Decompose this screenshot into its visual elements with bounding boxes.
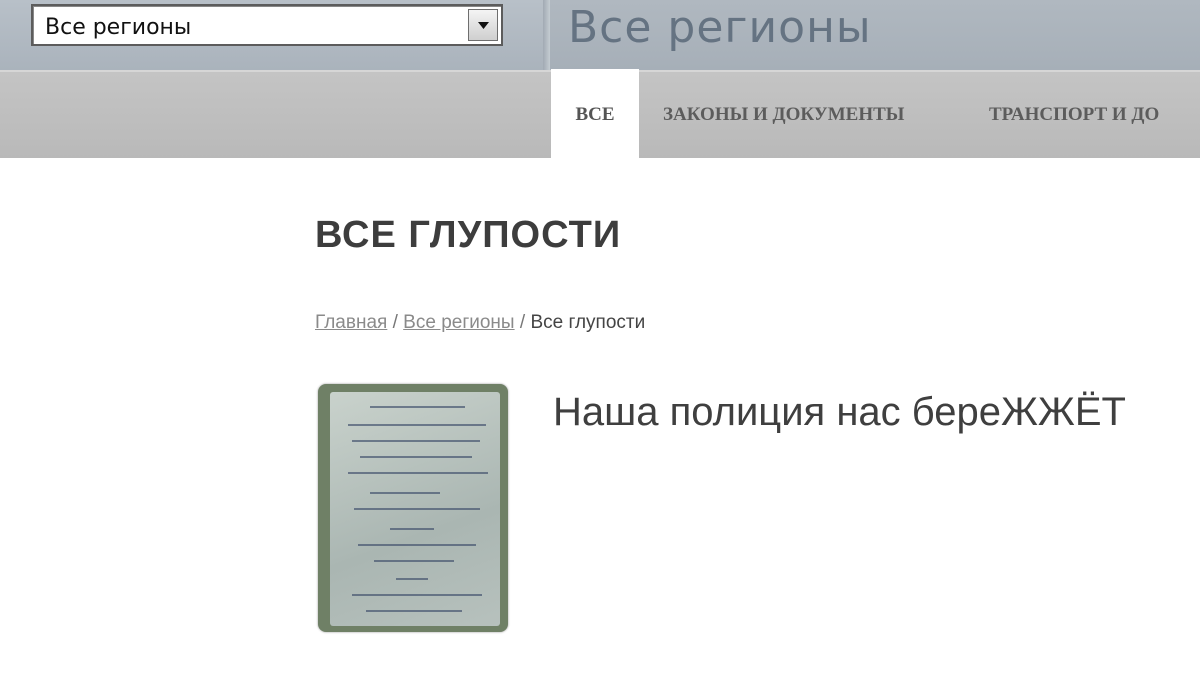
header-divider xyxy=(543,0,550,70)
post-title-link[interactable]: Наша полиция нас береЖЖЁТ xyxy=(553,390,1126,435)
region-title: Все регионы xyxy=(568,2,872,53)
tab-laws-label: ЗАКОНЫ И ДОКУМЕНТЫ xyxy=(663,104,905,125)
breadcrumb-home-link[interactable]: Главная xyxy=(315,312,387,333)
breadcrumb-separator: / xyxy=(387,312,404,333)
region-select-value: Все регионы xyxy=(45,15,192,40)
category-nav: ВСЕ ЗАКОНЫ И ДОКУМЕНТЫ ТРАНСПОРТ И ДО xyxy=(0,69,1200,161)
breadcrumb-separator: / xyxy=(514,312,531,333)
region-select[interactable]: Все регионы xyxy=(31,4,503,46)
tab-transport-label: ТРАНСПОРТ И ДО xyxy=(989,104,1160,125)
breadcrumb-regions-link[interactable]: Все регионы xyxy=(403,312,514,333)
region-select-dropdown-button[interactable] xyxy=(468,9,498,41)
breadcrumb: Главная / Все регионы / Все глупости xyxy=(315,312,645,334)
page-title: ВСЕ ГЛУПОСТИ xyxy=(315,214,622,256)
page: Все регионы Все регионы ВСЕ ЗАКОНЫ И ДОК… xyxy=(0,0,1200,675)
tab-laws-and-documents[interactable]: ЗАКОНЫ И ДОКУМЕНТЫ xyxy=(663,72,904,158)
tab-all[interactable]: ВСЕ xyxy=(551,69,639,161)
tab-transport[interactable]: ТРАНСПОРТ И ДО xyxy=(989,72,1159,158)
handwritten-note-image xyxy=(330,392,500,626)
breadcrumb-current: Все глупости xyxy=(530,312,646,333)
chevron-down-icon xyxy=(478,22,489,29)
top-header: Все регионы Все регионы xyxy=(0,0,1200,70)
post-thumbnail[interactable] xyxy=(318,384,508,632)
tab-all-label: ВСЕ xyxy=(575,104,615,125)
